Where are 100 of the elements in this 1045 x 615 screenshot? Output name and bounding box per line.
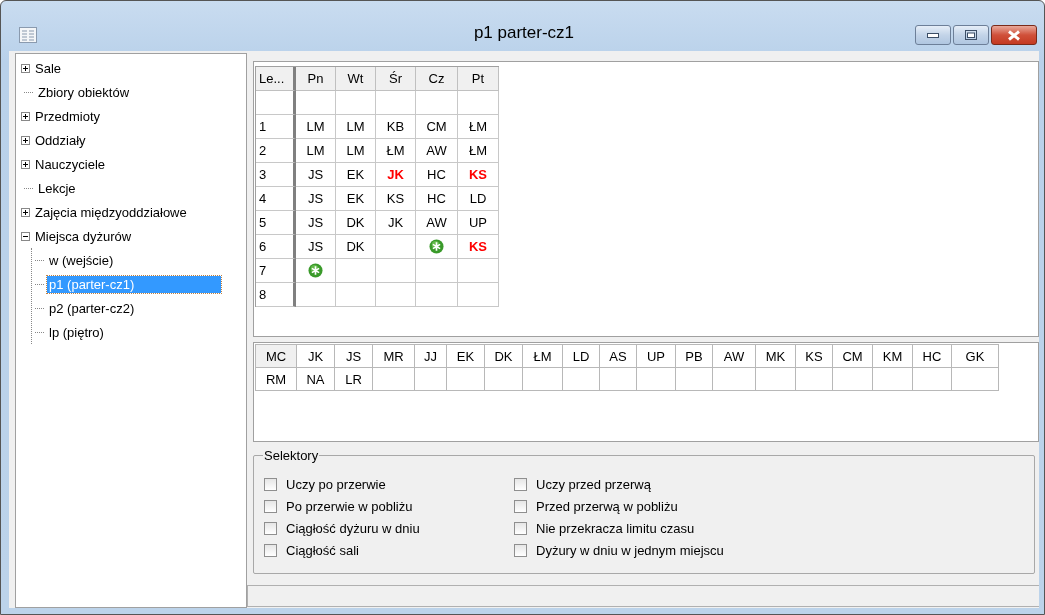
- expand-icon[interactable]: [21, 63, 30, 73]
- checkbox[interactable]: [264, 477, 277, 491]
- teacher-cell[interactable]: MC: [256, 345, 297, 368]
- expand-icon[interactable]: [21, 111, 30, 121]
- table-cell: JS: [296, 235, 336, 259]
- table-cell: KS: [376, 187, 416, 211]
- teacher-cell[interactable]: MK: [756, 345, 796, 368]
- tree-item[interactable]: Miejsca dyżurów: [33, 227, 134, 245]
- teacher-cell[interactable]: CM: [833, 345, 873, 368]
- row-header: 7: [256, 259, 296, 283]
- table-cell: ŁM: [458, 139, 499, 163]
- checkbox-label: Dyżury w dniu w jednym miejscu: [536, 542, 724, 558]
- teacher-cell[interactable]: EK: [447, 345, 485, 368]
- teacher-cell[interactable]: JJ: [415, 345, 447, 368]
- empty-cell: [756, 368, 796, 391]
- teacher-cell[interactable]: MR: [373, 345, 415, 368]
- empty-cell: [600, 368, 637, 391]
- teacher-cell[interactable]: ŁM: [523, 345, 563, 368]
- checkbox[interactable]: [514, 521, 527, 535]
- maximize-icon: [965, 30, 977, 40]
- teacher-cell[interactable]: PB: [676, 345, 713, 368]
- row-header: 2: [256, 139, 296, 163]
- empty-cell: [458, 91, 499, 115]
- teacher-cell[interactable]: JK: [297, 345, 335, 368]
- teacher-cell[interactable]: KM: [873, 345, 913, 368]
- checkbox[interactable]: [514, 543, 527, 557]
- minimize-button[interactable]: [915, 25, 951, 45]
- teacher-cell[interactable]: NA: [297, 368, 335, 391]
- empty-cell: [376, 259, 416, 283]
- column-header: Wt: [336, 67, 376, 91]
- expand-icon[interactable]: [21, 135, 30, 145]
- row-header: 1: [256, 115, 296, 139]
- expand-icon[interactable]: [21, 207, 30, 217]
- checkbox-label: Uczy przed przerwą: [536, 476, 651, 492]
- teacher-cell[interactable]: UP: [637, 345, 676, 368]
- app-icon[interactable]: [19, 27, 37, 43]
- tree-item[interactable]: lp (piętro): [47, 323, 106, 341]
- tree-item[interactable]: Oddziały: [33, 131, 88, 149]
- expand-icon[interactable]: [21, 159, 30, 169]
- empty-cell: [458, 259, 499, 283]
- empty-cell: [458, 283, 499, 307]
- table-cell: CM: [416, 115, 458, 139]
- teacher-cell[interactable]: LD: [563, 345, 600, 368]
- row-header: 5: [256, 211, 296, 235]
- column-header: Pn: [296, 67, 336, 91]
- empty-cell: [796, 368, 833, 391]
- row-header: 6: [256, 235, 296, 259]
- tree-item[interactable]: Lekcje: [36, 179, 78, 197]
- table-cell: EK: [336, 187, 376, 211]
- checkbox[interactable]: [264, 499, 277, 513]
- tree-item[interactable]: w (wejście): [47, 251, 116, 269]
- empty-cell: [376, 91, 416, 115]
- asterisk-icon: [429, 239, 444, 254]
- teacher-cell[interactable]: DK: [485, 345, 523, 368]
- tree-item[interactable]: Sale: [33, 59, 64, 77]
- checkbox-label: Nie przekracza limitu czasu: [536, 520, 695, 536]
- teacher-cell[interactable]: HC: [913, 345, 952, 368]
- empty-cell: [523, 368, 563, 391]
- empty-cell: [676, 368, 713, 391]
- column-header: Śr: [376, 67, 416, 91]
- teacher-cell[interactable]: GK: [952, 345, 999, 368]
- table-cell: HC: [416, 187, 458, 211]
- table-cell: LM: [296, 115, 336, 139]
- group-title: Selektory: [263, 448, 320, 463]
- tree-item[interactable]: Nauczyciele: [33, 155, 108, 173]
- checkbox[interactable]: [264, 543, 277, 557]
- collapse-icon[interactable]: [21, 231, 30, 241]
- teacher-cell[interactable]: RM: [256, 368, 297, 391]
- close-button[interactable]: [991, 25, 1037, 45]
- table-cell: JK: [376, 163, 416, 187]
- table-cell: LD: [458, 187, 499, 211]
- checkbox[interactable]: [264, 521, 277, 535]
- empty-cell: [485, 368, 523, 391]
- empty-cell: [637, 368, 676, 391]
- teacher-cell[interactable]: AS: [600, 345, 637, 368]
- table-cell: LM: [336, 115, 376, 139]
- teacher-cell[interactable]: JS: [335, 345, 373, 368]
- tree-item[interactable]: p2 (parter-cz2): [47, 299, 137, 317]
- corner-header: Le...: [256, 67, 296, 91]
- checkbox-label: Po przerwie w pobliżu: [286, 498, 413, 514]
- teacher-cell[interactable]: KS: [796, 345, 833, 368]
- empty-cell: [952, 368, 999, 391]
- checkbox[interactable]: [514, 499, 527, 513]
- table-cell: KS: [458, 163, 499, 187]
- asterisk-icon: [308, 263, 323, 278]
- tree-item[interactable]: Przedmioty: [33, 107, 103, 125]
- table-cell: AW: [416, 211, 458, 235]
- empty-cell: [563, 368, 600, 391]
- table-cell: UP: [458, 211, 499, 235]
- maximize-button[interactable]: [953, 25, 989, 45]
- table-cell: DK: [336, 211, 376, 235]
- tree-item[interactable]: Zbiory obiektów: [36, 83, 132, 101]
- teacher-cell[interactable]: LR: [335, 368, 373, 391]
- tree-item[interactable]: Zajęcia międzyoddziałowe: [33, 203, 189, 221]
- empty-cell: [713, 368, 756, 391]
- table-cell: ŁM: [458, 115, 499, 139]
- empty-cell: [416, 283, 458, 307]
- checkbox[interactable]: [514, 477, 527, 491]
- empty-cell: [833, 368, 873, 391]
- teacher-cell[interactable]: AW: [713, 345, 756, 368]
